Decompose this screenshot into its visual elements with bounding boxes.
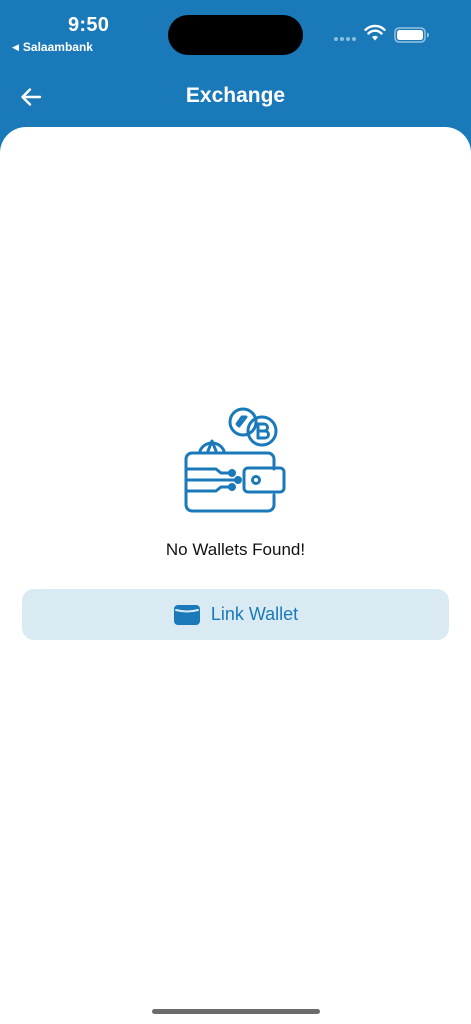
- page-title: Exchange: [185, 84, 286, 107]
- status-time: 9:50: [68, 14, 110, 36]
- link-wallet-label: Link Wallet: [210, 604, 299, 624]
- empty-state-message: No Wallets Found!: [165, 540, 306, 559]
- dynamic-island: [168, 15, 303, 55]
- battery-icon: [394, 27, 429, 43]
- back-triangle-icon: ◀: [12, 41, 19, 52]
- nav-bar: Exchange: [0, 70, 471, 126]
- cellular-signal-icon: [334, 37, 356, 41]
- back-to-app-label: Salaambank: [22, 40, 93, 54]
- wifi-icon: [364, 24, 386, 41]
- wallet-icon: [173, 604, 200, 625]
- link-wallet-button[interactable]: Link Wallet: [22, 589, 449, 640]
- status-bar: 9:50 ◀ Salaambank: [0, 0, 471, 70]
- crypto-wallet-icon: [184, 407, 286, 513]
- content-sheet: No Wallets Found! Link Wallet: [0, 127, 471, 1024]
- home-indicator: [152, 1009, 320, 1014]
- back-to-app-link[interactable]: ◀ Salaambank: [12, 40, 93, 54]
